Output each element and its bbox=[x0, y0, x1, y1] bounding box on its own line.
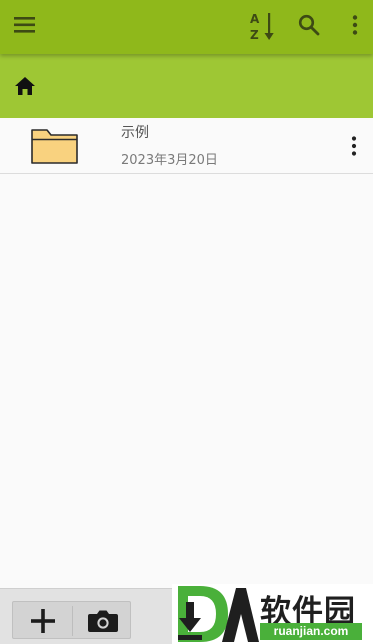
folder-icon bbox=[31, 129, 78, 164]
file-list: 示例 2023年3月20日 bbox=[0, 118, 373, 174]
watermark-url: ruanjian.com bbox=[260, 623, 362, 640]
search-icon bbox=[298, 14, 320, 36]
sort-button[interactable]: A Z bbox=[244, 6, 282, 46]
menu-button[interactable] bbox=[6, 6, 44, 44]
camera-icon bbox=[88, 610, 118, 632]
menu-icon bbox=[14, 17, 35, 33]
more-vert-icon bbox=[351, 136, 357, 156]
file-date: 2023年3月20日 bbox=[121, 153, 218, 168]
app-bar: A Z bbox=[0, 0, 373, 54]
add-button[interactable] bbox=[23, 604, 63, 638]
breadcrumb bbox=[0, 54, 373, 118]
toolbar-divider bbox=[72, 606, 73, 636]
list-item[interactable]: 示例 2023年3月20日 bbox=[0, 118, 373, 174]
download-logo-icon bbox=[178, 586, 259, 642]
file-name: 示例 bbox=[121, 125, 149, 141]
sort-letter-z: Z bbox=[250, 28, 259, 42]
camera-button[interactable] bbox=[81, 604, 125, 638]
home-button[interactable] bbox=[8, 70, 42, 102]
overflow-menu-button[interactable] bbox=[340, 6, 370, 44]
item-options-button[interactable] bbox=[340, 130, 368, 162]
file-manager-app: A Z 示例 2023年3月20日 软件园 ruanjian.com bbox=[0, 0, 373, 644]
more-vert-icon bbox=[352, 15, 358, 35]
tool-group bbox=[12, 601, 131, 639]
sort-letter-a: A bbox=[250, 12, 260, 26]
sort-az-icon: A Z bbox=[250, 12, 274, 42]
add-icon bbox=[31, 609, 55, 633]
watermark: 软件园 ruanjian.com bbox=[172, 584, 373, 644]
search-button[interactable] bbox=[290, 6, 328, 44]
home-icon bbox=[15, 77, 35, 95]
